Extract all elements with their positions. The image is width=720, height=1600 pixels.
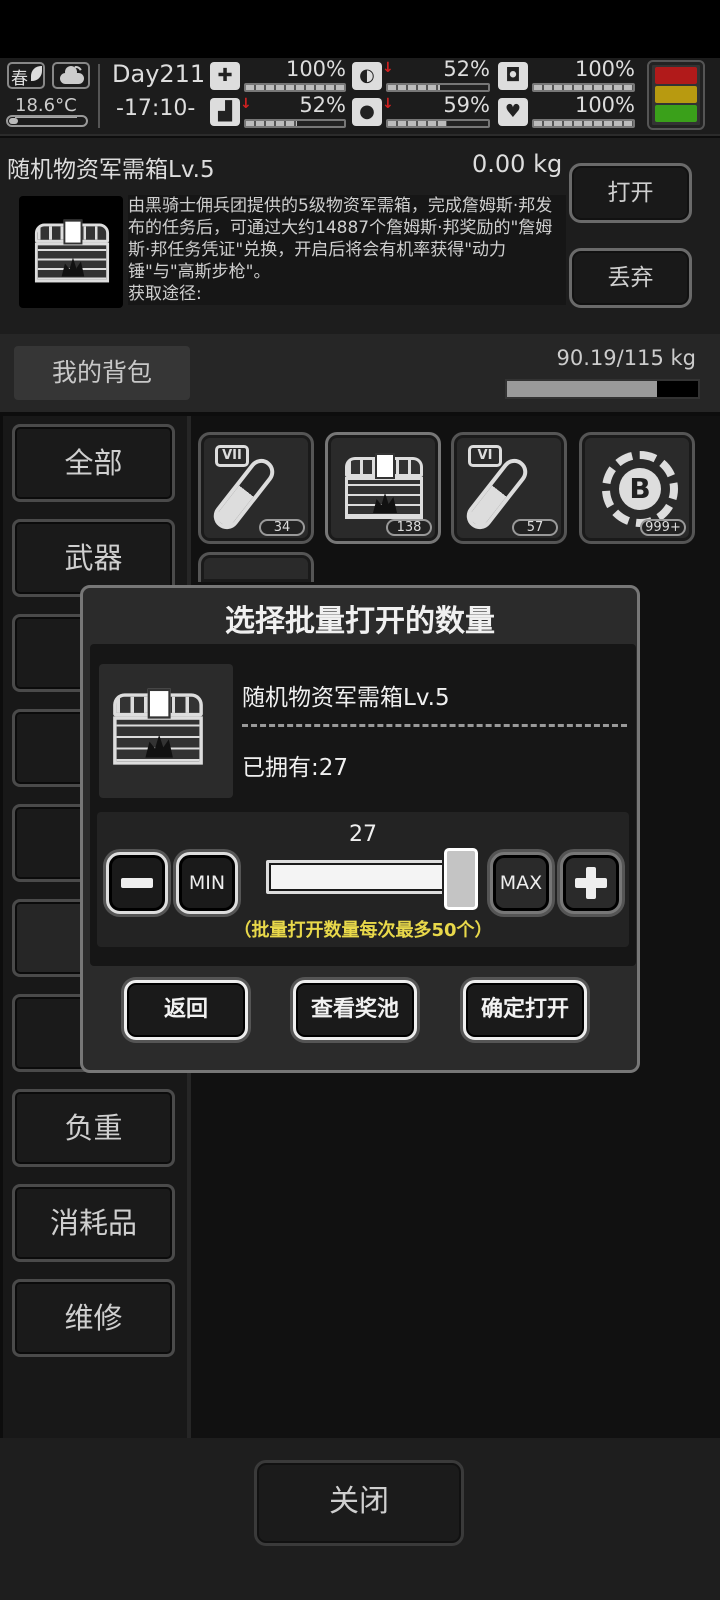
dialog-item-icon-box [99,664,233,798]
item-source-label: 获取途径: [128,284,202,304]
system-status-bar [0,0,720,58]
stomach-icon: ◐ [352,62,382,90]
category-load[interactable]: 负重 [12,1089,175,1167]
max-button[interactable]: MAX [490,852,552,914]
open-button[interactable]: 打开 [569,163,692,223]
day-counter: Day211 [112,60,206,88]
supply-crate-icon [345,453,423,519]
item-description: 由黑骑士佣兵团提供的5级物资军需箱，完成詹姆斯·邦发布的任务后，可通过大约148… [128,195,566,305]
discard-button[interactable]: 丢弃 [569,248,692,308]
close-button[interactable]: 关闭 [254,1460,464,1546]
slider-fill [271,865,444,889]
dialog-content: 随机物资军需箱Lv.5 已拥有:27 27 MIN MAX （批量打开数量每次最… [90,644,636,966]
heart-stat: ♥ 100% [498,93,635,130]
status-hud: 春 18.6°C Day211 -17:10- ✚ 100% ◐ ↓ 52% ◘… [0,57,720,136]
quantity-slider[interactable] [266,848,479,910]
water-stat: ● ↓ 59% [352,93,490,130]
water-percent: 59% [443,93,490,117]
category-all[interactable]: 全部 [12,424,175,502]
slider-thumb[interactable] [444,848,478,910]
min-button[interactable]: MIN [176,852,238,914]
item-count: 34 [259,519,305,536]
plus-button[interactable] [560,852,622,914]
item-count: 999+ [640,519,686,536]
coin-letter: B [619,468,661,510]
potion-tier-label: VII [215,445,249,467]
alert-level-indicator[interactable] [647,60,705,130]
item-count: 57 [512,519,558,536]
water-bar [386,119,490,128]
item-icon-box [19,196,123,308]
inventory-slot[interactable]: VII 34 [198,432,314,544]
item-count: 138 [386,519,432,536]
batch-open-dialog: 选择批量打开的数量 随机物资军需箱Lv.5 已拥有:27 27 MIN MAX … [80,585,640,1073]
heart-bar [532,119,635,128]
health-stat: ✚ 100% [210,57,346,94]
season-label: 春 [11,69,28,89]
weather-icon [52,62,90,89]
item-weight: 0.00 kg [472,150,563,178]
inventory-slot[interactable] [198,552,314,582]
heart-icon: ♥ [498,98,528,126]
down-arrow-icon: ↓ [382,60,394,76]
view-prize-pool-button[interactable]: 查看奖池 [293,980,417,1040]
mood-percent: 100% [574,57,635,81]
owned-count: 已拥有:27 [242,755,349,781]
item-description-text: 由黑骑士佣兵团提供的5级物资军需箱，完成詹姆斯·邦发布的任务后，可通过大约148… [128,196,553,282]
item-info-panel: 随机物资军需箱Lv.5 0.00 kg 由黑骑士佣兵团提供的5级物资军需箱，完成… [0,138,720,334]
boot-icon: ▟ [210,98,240,126]
hunger-percent: 52% [443,57,490,81]
category-repair[interactable]: 维修 [12,1279,175,1357]
inventory-slot[interactable]: 138 [325,432,441,544]
inventory-slot[interactable]: VI 57 [451,432,567,544]
supply-crate-icon [113,688,203,765]
stamina-percent: 52% [299,93,346,117]
mood-bar [532,83,635,92]
leaf-icon [31,66,42,81]
hunger-stat: ◐ ↓ 52% [352,57,490,94]
down-arrow-icon: ↓ [382,96,394,112]
health-bar [244,83,346,92]
backpack-header: 我的背包 90.19/115 kg [0,334,720,412]
hud-divider [98,64,100,128]
water-drop-icon: ● [352,98,382,126]
back-button[interactable]: 返回 [124,980,248,1040]
heart-percent: 100% [574,93,635,117]
dialog-title: 选择批量打开的数量 [225,604,495,639]
mood-stat: ◘ 100% [498,57,635,94]
quantity-control: 27 MIN MAX （批量打开数量每次最多50个） [97,812,629,947]
game-clock: -17:10- [116,96,196,121]
backpack-capacity: 90.19/115 kg [556,346,696,370]
minus-button[interactable] [106,852,168,914]
dashed-divider [242,724,627,727]
pill-icon: ◘ [498,62,528,90]
health-percent: 100% [285,57,346,81]
thermometer-icon [6,115,88,127]
category-consumables[interactable]: 消耗品 [12,1184,175,1262]
item-name: 随机物资军需箱Lv.5 [7,157,215,183]
stamina-bar [244,119,346,128]
season-indicator: 春 [7,62,45,89]
confirm-open-button[interactable]: 确定打开 [463,980,587,1040]
batch-limit-note: （批量打开数量每次最多50个） [233,920,493,941]
dialog-item-name: 随机物资军需箱Lv.5 [242,685,450,711]
medkit-icon: ✚ [210,62,240,90]
hunger-bar [386,83,490,92]
b-coin-icon: B [602,451,678,527]
inventory-slot[interactable]: B 999+ [579,432,695,544]
supply-crate-icon [34,219,110,283]
stamina-stat: ▟ ↓ 52% [210,93,346,130]
tab-my-backpack[interactable]: 我的背包 [14,346,190,400]
selected-quantity: 27 [349,822,377,847]
capacity-bar [505,379,700,399]
down-arrow-icon: ↓ [240,96,252,112]
potion-tier-label: VI [468,445,502,467]
